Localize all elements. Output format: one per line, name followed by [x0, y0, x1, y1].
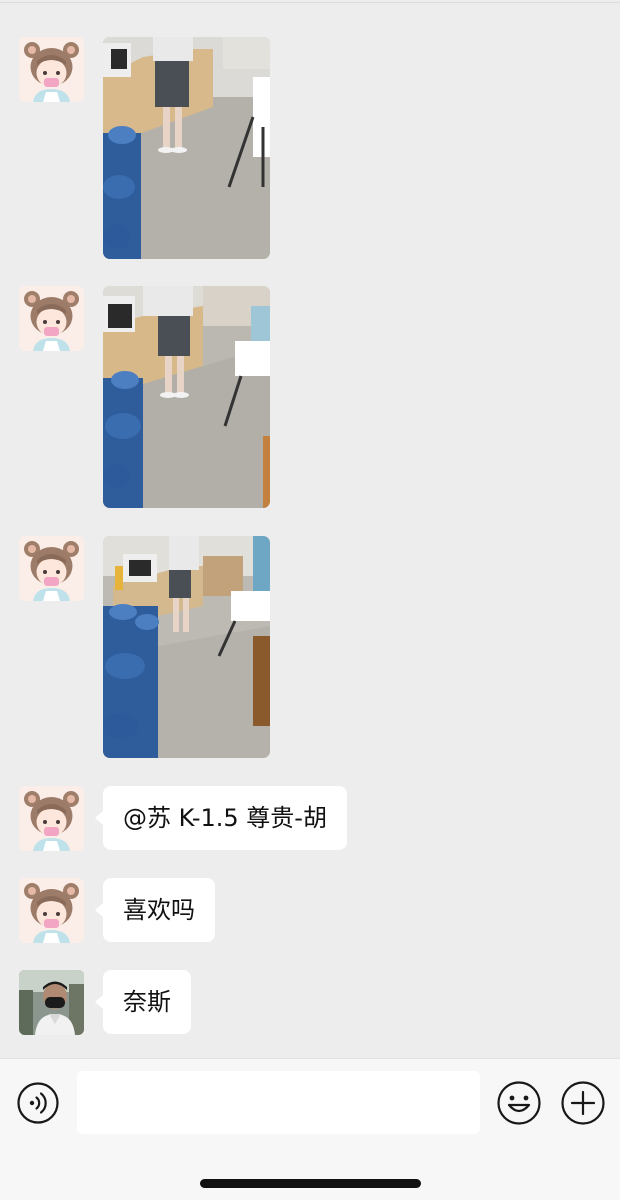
message-bubble[interactable]: 奈斯	[95, 970, 191, 1034]
message-bubble[interactable]: @苏 K-1.5 尊贵-胡	[95, 786, 347, 850]
masked-man-avatar[interactable]	[19, 970, 84, 1035]
emoji-button[interactable]	[497, 1081, 541, 1125]
chat-message-list[interactable]: @苏 K-1.5 尊贵-胡 喜欢吗 奈斯	[0, 0, 620, 1058]
bear-hood-girl-avatar[interactable]	[19, 286, 84, 351]
message-text-field[interactable]	[77, 1071, 480, 1134]
message-text: @苏 K-1.5 尊贵-胡	[123, 804, 327, 832]
message-text: 喜欢吗	[123, 896, 195, 924]
bear-hood-girl-avatar[interactable]	[19, 536, 84, 601]
plus-icon	[561, 1081, 605, 1125]
message-text: 奈斯	[123, 988, 171, 1016]
voice-icon	[17, 1082, 59, 1124]
home-indicator[interactable]	[200, 1179, 421, 1188]
bear-hood-girl-avatar[interactable]	[19, 878, 84, 943]
chat-input-bar	[0, 1058, 620, 1200]
chat-photo-1[interactable]	[103, 37, 270, 259]
emoji-icon	[497, 1081, 541, 1125]
voice-input-button[interactable]	[17, 1082, 59, 1124]
bear-hood-girl-avatar[interactable]	[19, 786, 84, 851]
more-actions-button[interactable]	[561, 1081, 605, 1125]
message-bubble[interactable]: 喜欢吗	[95, 878, 215, 942]
chat-photo-3[interactable]	[103, 536, 270, 758]
chat-photo-2[interactable]	[103, 286, 270, 508]
bear-hood-girl-avatar[interactable]	[19, 37, 84, 102]
